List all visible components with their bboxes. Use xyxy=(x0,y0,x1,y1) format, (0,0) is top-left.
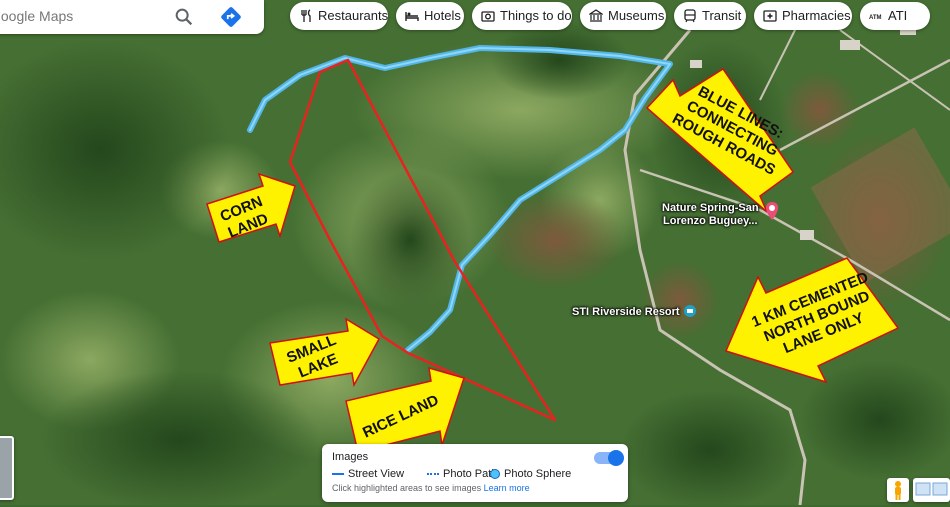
museum-icon xyxy=(589,9,603,22)
street-view-label: Street View xyxy=(348,468,405,480)
sti-resort-pin-icon[interactable] xyxy=(684,305,696,317)
satellite-map[interactable] xyxy=(0,0,950,505)
images-panel-title: Images xyxy=(332,451,369,463)
restaurant-icon xyxy=(301,9,311,22)
legend-photo-path: Photo Path xyxy=(427,468,497,480)
chip-restaurants-label: Restaurants xyxy=(318,8,389,23)
chip-museums[interactable]: Museums xyxy=(580,2,666,30)
chip-transit-label: Transit xyxy=(702,8,742,23)
chip-things-to-do-label: Things to do xyxy=(500,8,572,23)
learn-more-link[interactable]: Learn more xyxy=(484,483,530,493)
chip-restaurants[interactable]: Restaurants xyxy=(290,2,388,30)
pegman-icon xyxy=(895,481,901,500)
toggle-knob xyxy=(608,450,624,466)
images-hint-text: Click highlighted areas to see images xyxy=(332,483,482,493)
legend-street-view: Street View xyxy=(332,468,404,480)
pharmacy-icon xyxy=(763,10,777,22)
nature-spring-label[interactable]: Nature Spring-San Lorenzo Buguey... xyxy=(662,202,759,228)
photo-path-dots-icon xyxy=(427,473,439,476)
nature-spring-line1: Nature Spring-San xyxy=(662,202,759,214)
map-thumbnail-icon xyxy=(915,482,948,496)
atm-icon: ATM xyxy=(869,15,882,21)
chip-transit[interactable]: Transit xyxy=(674,2,746,30)
chip-things-to-do[interactable]: Things to do xyxy=(472,2,572,30)
chip-hotels[interactable]: Hotels xyxy=(396,2,464,30)
images-toggle[interactable] xyxy=(594,450,624,466)
chip-atm-label: ATI xyxy=(888,8,908,23)
chip-atm[interactable]: ATM ATI xyxy=(860,2,930,30)
camera-icon xyxy=(481,11,495,22)
photo-sphere-circle-icon xyxy=(490,469,500,480)
chip-museums-label: Museums xyxy=(608,8,665,23)
chip-hotels-label: Hotels xyxy=(424,8,461,23)
layers-thumbnail[interactable] xyxy=(0,436,14,500)
chip-pharmacies-label: Pharmacies xyxy=(782,8,851,23)
map-type-toggle[interactable] xyxy=(913,478,950,502)
pegman-control[interactable] xyxy=(887,478,909,502)
photo-sphere-label: Photo Sphere xyxy=(504,468,572,480)
transit-icon xyxy=(684,9,696,23)
chip-pharmacies[interactable]: Pharmacies xyxy=(754,2,852,30)
images-panel: Images Street View Photo Path Photo Sphe… xyxy=(322,444,628,502)
search-box: Google Maps xyxy=(0,0,264,34)
search-icon[interactable] xyxy=(173,6,195,28)
street-view-line-icon xyxy=(332,473,344,476)
legend-photo-sphere: Photo Sphere xyxy=(490,468,571,480)
search-input[interactable]: Google Maps xyxy=(0,8,73,24)
sti-resort-label[interactable]: STI Riverside Resort xyxy=(572,306,680,319)
images-hint: Click highlighted areas to see images Le… xyxy=(332,483,530,493)
svg-text:ATM: ATM xyxy=(869,15,882,21)
nature-spring-line2: Lorenzo Buguey... xyxy=(663,215,758,227)
directions-icon[interactable] xyxy=(218,4,244,30)
hotel-icon xyxy=(405,12,419,21)
